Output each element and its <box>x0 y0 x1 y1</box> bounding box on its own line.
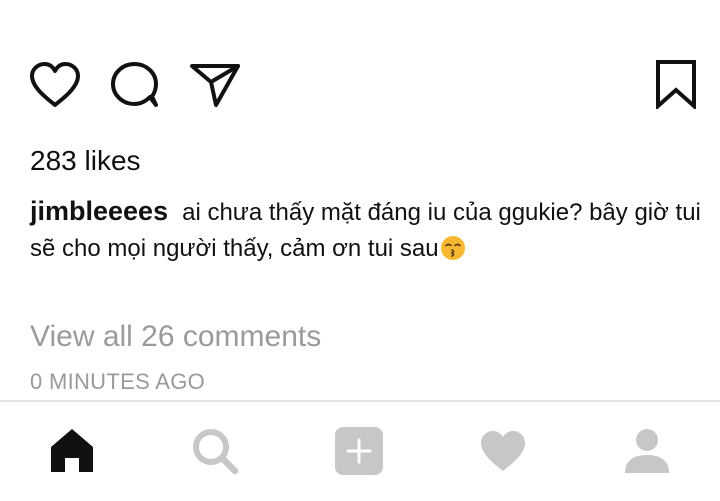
home-icon <box>51 429 93 472</box>
user-icon <box>625 429 669 473</box>
likes-count[interactable]: 283 likes <box>30 143 141 179</box>
kissing-face-emoji-icon <box>440 236 465 260</box>
search-icon <box>193 429 239 475</box>
like-button[interactable] <box>29 61 81 109</box>
heart-filled-icon <box>481 431 525 471</box>
view-all-comments-link[interactable]: View all 26 comments <box>30 318 321 356</box>
bookmark-outline-icon <box>656 60 696 109</box>
heart-outline-icon <box>30 62 80 107</box>
comment-bubble-icon <box>111 62 158 107</box>
save-button[interactable] <box>654 59 698 109</box>
caption-username[interactable]: jimbleeees <box>30 196 168 226</box>
plus-square-icon <box>335 427 383 475</box>
tab-home[interactable] <box>47 426 97 476</box>
tab-profile[interactable] <box>622 426 672 476</box>
post-actions-bar <box>0 0 720 120</box>
paper-plane-icon <box>190 64 240 107</box>
post-timestamp: 0 MINUTES AGO <box>30 369 206 394</box>
tab-add[interactable] <box>334 426 384 476</box>
bottom-tab-bar <box>0 402 720 501</box>
share-button[interactable] <box>189 60 241 108</box>
post-caption: jimbleeees ai chưa thấy mặt đáng iu của g… <box>30 193 710 267</box>
tab-activity[interactable] <box>478 426 528 476</box>
tab-search[interactable] <box>190 426 240 476</box>
comment-button[interactable] <box>110 61 160 109</box>
